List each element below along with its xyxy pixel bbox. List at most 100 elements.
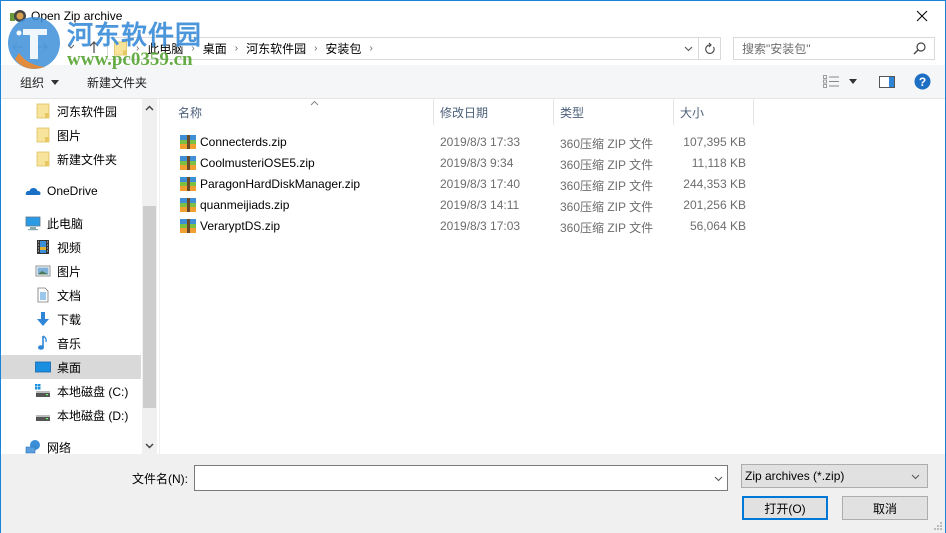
organize-button[interactable]: 组织 bbox=[20, 74, 60, 91]
sidebar-item-desktop[interactable]: 桌面 bbox=[1, 355, 141, 379]
file-type: 360压缩 ZIP 文件 bbox=[560, 200, 654, 214]
search-input[interactable]: 搜索"安装包" bbox=[733, 37, 935, 60]
file-row[interactable]: quanmeijiads.zip 2019/8/3 14:11 360压缩 ZI… bbox=[161, 195, 761, 216]
breadcrumb-separator[interactable]: › bbox=[191, 43, 194, 54]
file-size: 11,118 KB bbox=[691, 156, 746, 170]
breadcrumb-separator[interactable]: › bbox=[314, 43, 317, 54]
open-button[interactable]: 打开(O) bbox=[742, 496, 828, 520]
column-header-type[interactable]: 类型 bbox=[554, 99, 674, 125]
address-bar[interactable]: › 此电脑 › 桌面 › 河东软件园 › 安装包 › bbox=[107, 37, 699, 60]
breadcrumb-hedong[interactable]: 河东软件园 bbox=[246, 40, 306, 57]
sidebar-item-pictures-folder[interactable]: 图片 bbox=[1, 123, 141, 147]
file-list: 名称 修改日期 类型 大小 Connecterds.zip 2019/8/3 1… bbox=[161, 99, 945, 454]
column-header-size[interactable]: 大小 bbox=[674, 99, 754, 125]
sidebar-item-music[interactable]: 音乐 bbox=[1, 331, 141, 355]
caret-down-icon bbox=[849, 79, 857, 84]
up-arrow-icon bbox=[89, 41, 99, 53]
sidebar-item-hedong[interactable]: 河东软件园 bbox=[1, 99, 141, 123]
zip-archive-icon bbox=[180, 198, 196, 212]
sidebar-item-label: 图片 bbox=[57, 128, 82, 143]
open-button-label: 打开(O) bbox=[764, 501, 806, 516]
file-date: 2019/8/3 17:40 bbox=[440, 177, 521, 191]
drive-c-icon bbox=[35, 384, 50, 397]
close-icon bbox=[916, 10, 928, 22]
pane-divider[interactable] bbox=[159, 99, 160, 454]
recent-locations-button[interactable] bbox=[65, 37, 77, 57]
sidebar-item-label: 桌面 bbox=[57, 360, 82, 375]
chevron-down-icon bbox=[684, 46, 692, 51]
file-dialog-footer: 文件名(N): Zip archives (*.zip) 打开(O) 取消 bbox=[1, 454, 945, 533]
sidebar-item-drive-c[interactable]: 本地磁盘 (C:) bbox=[1, 379, 141, 403]
refresh-button[interactable] bbox=[699, 37, 721, 60]
breadcrumb-separator: › bbox=[136, 43, 140, 54]
sidebar-item-onedrive[interactable]: OneDrive bbox=[1, 179, 141, 203]
file-row[interactable]: Connecterds.zip 2019/8/3 17:33 360压缩 ZIP… bbox=[161, 132, 761, 153]
close-button[interactable] bbox=[899, 1, 945, 31]
file-type: 360压缩 ZIP 文件 bbox=[560, 179, 654, 193]
sidebar-item-label: OneDrive bbox=[47, 184, 98, 198]
file-row[interactable]: VeraryptDS.zip 2019/8/3 17:03 360压缩 ZIP … bbox=[161, 216, 761, 237]
sidebar-item-videos[interactable]: 视频 bbox=[1, 235, 141, 259]
preview-pane-button[interactable] bbox=[879, 76, 895, 88]
chevron-down-icon[interactable] bbox=[714, 476, 723, 482]
up-button[interactable] bbox=[85, 37, 103, 57]
change-view-button[interactable] bbox=[823, 75, 839, 88]
file-type-filter[interactable]: Zip archives (*.zip) bbox=[741, 464, 928, 488]
sidebar-item-this-pc[interactable]: 此电脑 bbox=[1, 211, 141, 235]
breadcrumb-desktop[interactable]: 桌面 bbox=[203, 40, 227, 57]
resize-grip-icon[interactable] bbox=[933, 521, 943, 531]
file-name: Connecterds.zip bbox=[200, 135, 287, 149]
column-header-label: 大小 bbox=[680, 105, 705, 120]
filename-combobox[interactable] bbox=[194, 465, 728, 491]
new-folder-label: 新建文件夹 bbox=[87, 76, 148, 90]
sidebar-item-pictures[interactable]: 图片 bbox=[1, 259, 141, 283]
view-options-dropdown[interactable] bbox=[849, 79, 857, 84]
file-size: 107,395 KB bbox=[683, 135, 746, 149]
breadcrumb-this-pc[interactable]: 此电脑 bbox=[147, 40, 183, 57]
scroll-up-button[interactable] bbox=[142, 99, 157, 116]
sort-ascending-icon bbox=[310, 100, 319, 106]
file-row[interactable]: CoolmusteriOSE5.zip 2019/8/3 9:34 360压缩 … bbox=[161, 153, 761, 174]
sidebar-item-label: 音乐 bbox=[57, 336, 82, 351]
open-zip-dialog: Open Zip archive › 此电脑 › 桌面 › 河东软件园 › 安装… bbox=[0, 0, 946, 533]
sidebar-item-documents[interactable]: 文档 bbox=[1, 283, 141, 307]
breadcrumb-installers[interactable]: 安装包 bbox=[325, 40, 361, 57]
back-button[interactable] bbox=[9, 37, 27, 57]
sidebar-item-downloads[interactable]: 下载 bbox=[1, 307, 141, 331]
column-header-name[interactable]: 名称 bbox=[172, 99, 434, 125]
help-icon: ? bbox=[914, 73, 931, 90]
command-toolbar: 组织 新建文件夹 ? bbox=[1, 65, 945, 99]
sidebar-item-label: 文档 bbox=[57, 288, 82, 303]
sidebar-item-network[interactable]: 网络 bbox=[1, 435, 141, 454]
preview-pane-icon bbox=[879, 76, 895, 88]
sidebar-item-new-folder[interactable]: 新建文件夹 bbox=[1, 147, 141, 171]
documents-icon bbox=[37, 287, 49, 303]
address-history-dropdown[interactable] bbox=[678, 38, 698, 59]
filename-input[interactable] bbox=[195, 466, 705, 490]
breadcrumb-separator[interactable]: › bbox=[235, 43, 238, 54]
search-icon[interactable] bbox=[913, 42, 926, 55]
network-icon bbox=[25, 440, 40, 454]
folder-icon bbox=[36, 103, 50, 119]
column-header-label: 类型 bbox=[560, 105, 585, 120]
file-type: 360压缩 ZIP 文件 bbox=[560, 221, 654, 235]
file-name: VeraryptDS.zip bbox=[200, 219, 281, 233]
column-header-date[interactable]: 修改日期 bbox=[434, 99, 554, 125]
desktop-icon bbox=[35, 361, 51, 373]
file-type: 360压缩 ZIP 文件 bbox=[560, 137, 654, 151]
new-folder-button[interactable]: 新建文件夹 bbox=[87, 74, 147, 91]
breadcrumb-separator[interactable]: › bbox=[369, 43, 372, 54]
forward-button[interactable] bbox=[33, 37, 51, 57]
sidebar-item-drive-d[interactable]: 本地磁盘 (D:) bbox=[1, 403, 141, 427]
cancel-button[interactable]: 取消 bbox=[842, 496, 928, 520]
sidebar-scrollbar[interactable] bbox=[142, 99, 157, 454]
file-name: quanmeijiads.zip bbox=[200, 198, 290, 212]
help-button[interactable]: ? bbox=[914, 73, 931, 90]
scrollbar-thumb[interactable] bbox=[143, 206, 156, 408]
scroll-down-button[interactable] bbox=[142, 437, 157, 454]
file-row[interactable]: ParagonHardDiskManager.zip 2019/8/3 17:4… bbox=[161, 174, 761, 195]
file-name: CoolmusteriOSE5.zip bbox=[200, 156, 315, 170]
zip-archive-icon bbox=[180, 219, 196, 233]
svg-text:?: ? bbox=[919, 75, 926, 89]
computer-icon bbox=[25, 216, 41, 231]
